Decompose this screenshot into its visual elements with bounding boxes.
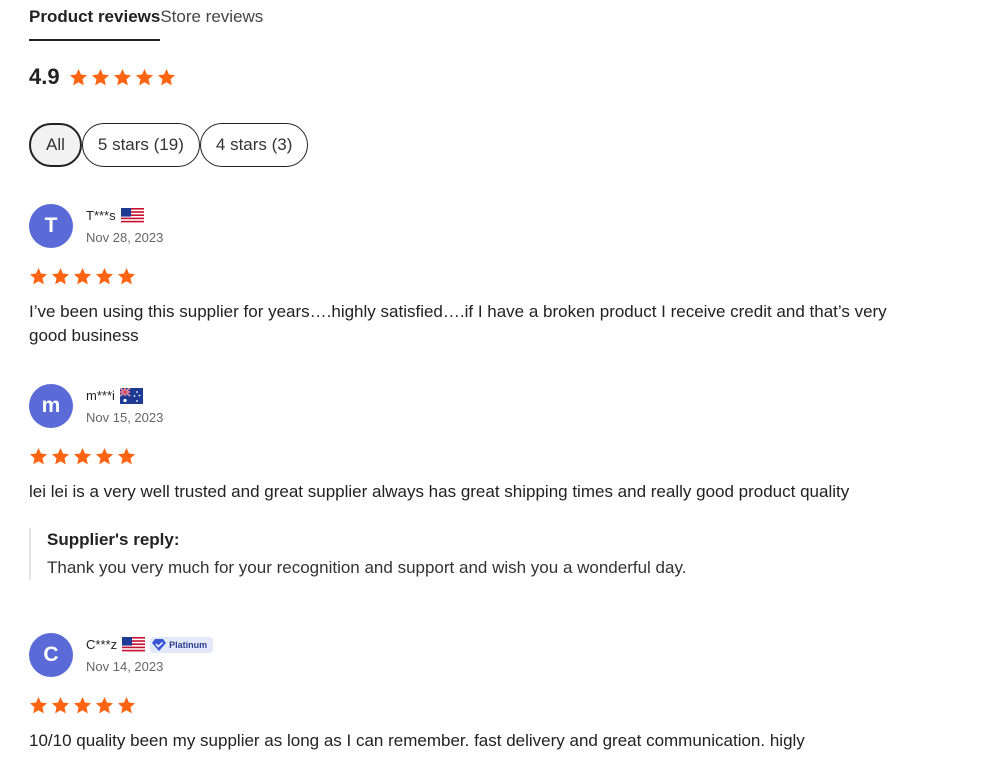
star-icon [51, 267, 70, 285]
review-date: Nov 28, 2023 [86, 229, 164, 245]
star-icon [117, 267, 136, 285]
rating-summary: 4.9 [29, 64, 176, 90]
star-icon [95, 447, 114, 465]
verified-check-icon [152, 638, 167, 651]
review-header: m m***i Nov 15, 2023 [29, 384, 929, 428]
review-text: I’ve been using this supplier for years…… [29, 302, 887, 345]
reply-text: Thank you very much for your recognition… [47, 558, 687, 577]
star-icon [51, 696, 70, 714]
review-date: Nov 15, 2023 [86, 409, 164, 425]
filter-5-stars[interactable]: 5 stars (19) [81, 123, 200, 167]
reply-title: Supplier's reply: [47, 530, 180, 549]
review-stars [29, 447, 929, 466]
star-icon [91, 68, 109, 85]
star-icon [157, 68, 175, 85]
filter-4-stars[interactable]: 4 stars (3) [199, 123, 309, 167]
review-stars [29, 696, 929, 715]
review-tabs: Product reviews Store reviews [29, 0, 263, 42]
star-icon [95, 267, 114, 285]
review-stars [29, 267, 929, 286]
tab-product-reviews[interactable]: Product reviews [29, 0, 161, 42]
platinum-badge: Platinum [150, 636, 214, 653]
star-icon [135, 68, 153, 85]
star-icon [113, 68, 131, 85]
review-item: C C***z Platinum Nov 14, 2023 10/10 qual… [29, 633, 929, 753]
avatar: T [29, 204, 73, 248]
star-icon [117, 447, 136, 465]
reviewer-name: T***s [86, 208, 116, 223]
au-flag-icon [119, 386, 143, 404]
star-icon [29, 267, 48, 285]
average-rating: 4.9 [29, 64, 60, 89]
review-text: 10/10 quality been my supplier as long a… [29, 731, 805, 750]
star-icon [51, 447, 70, 465]
us-flag-icon [122, 636, 146, 653]
review-header: T T***s Nov 28, 2023 [29, 204, 929, 248]
star-icon [29, 447, 48, 465]
badge-label: Platinum [169, 639, 208, 650]
star-icon [95, 696, 114, 714]
review-header: C C***z Platinum Nov 14, 2023 [29, 633, 929, 677]
reviewer-name: C***z [86, 637, 118, 652]
avatar: m [29, 384, 73, 428]
review-text: lei lei is a very well trusted and great… [29, 482, 850, 501]
star-icon [69, 68, 87, 85]
star-icon [73, 447, 92, 465]
star-icon [117, 696, 136, 714]
review-date: Nov 14, 2023 [86, 658, 164, 674]
summary-stars [69, 68, 176, 87]
review-item: m m***i Nov 15, 2023 lei lei is a very w… [29, 384, 929, 580]
reviewer-name: m***i [86, 388, 115, 403]
us-flag-icon [120, 207, 144, 224]
filter-all[interactable]: All [29, 123, 82, 167]
avatar: C [29, 633, 73, 677]
star-icon [73, 267, 92, 285]
star-icon [73, 696, 92, 714]
review-item: T T***s Nov 28, 2023 I’ve been using thi… [29, 204, 929, 348]
star-icon [29, 696, 48, 714]
supplier-reply: Supplier's reply: Thank you very much fo… [29, 528, 929, 580]
tab-store-reviews[interactable]: Store reviews [160, 0, 263, 42]
rating-filters: All 5 stars (19) 4 stars (3) [29, 123, 309, 167]
